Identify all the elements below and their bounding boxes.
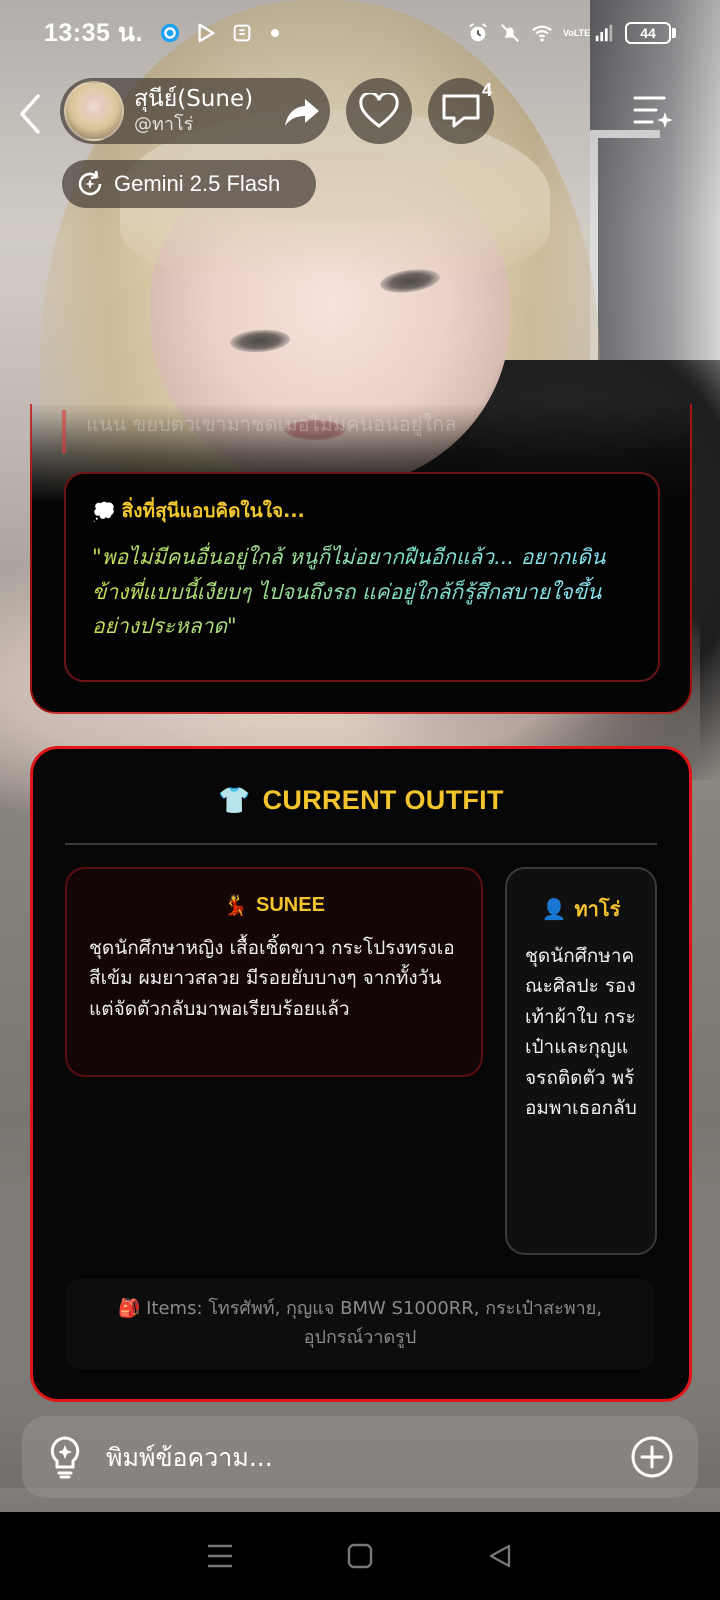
- battery-icon: 44: [625, 22, 676, 44]
- triangle-back-icon: [489, 1544, 511, 1568]
- thought-bubble-icon: 💭: [92, 500, 116, 523]
- back-button[interactable]: [14, 92, 44, 136]
- wifi-icon: [532, 25, 552, 42]
- comment-icon: [442, 94, 480, 128]
- current-outfit-card: 👕 CURRENT OUTFIT 💃 SUNEE ชุดนักศึกษาหญิง…: [30, 746, 692, 1402]
- box-notification-icon: [233, 24, 251, 42]
- share-icon[interactable]: [282, 96, 322, 128]
- sunee-label: SUNEE: [256, 893, 325, 916]
- backpack-icon: 🎒: [117, 1298, 141, 1320]
- system-navigation-bar: [0, 1512, 720, 1600]
- lightbulb-icon[interactable]: [46, 1435, 84, 1479]
- person-icon: 👤: [541, 897, 567, 921]
- status-bar: 13:35 น. VoLTE 44: [0, 0, 720, 66]
- home-button[interactable]: [338, 1534, 382, 1578]
- model-selector[interactable]: Gemini 2.5 Flash: [62, 160, 316, 208]
- quote-bar: [62, 410, 66, 454]
- items-box: 🎒 Items: โทรศัพท์, กุญแจ BMW S1000RR, กร…: [65, 1279, 655, 1369]
- menu-sparkle-icon[interactable]: [632, 92, 674, 132]
- add-circle-icon[interactable]: [630, 1435, 674, 1479]
- thought-title: สิ่งที่สุนีแอบคิดในใจ...: [121, 500, 305, 522]
- faded-message-text: แนน ขยบตวเขามาชดเมอไม่มคนอนอยู่ใกล: [86, 412, 457, 436]
- like-button[interactable]: [346, 78, 412, 144]
- avatar[interactable]: [64, 81, 124, 141]
- heart-icon: [359, 93, 399, 128]
- inner-thought-box: 💭 สิ่งที่สุนีแอบคิดในใจ... "พอไม่มีคนอื่…: [64, 472, 660, 682]
- comments-button[interactable]: 4: [428, 78, 494, 144]
- items-text: Items: โทรศัพท์, กุญแจ BMW S1000RR, กระเ…: [146, 1298, 603, 1348]
- divider: [65, 843, 657, 845]
- square-icon: [347, 1543, 373, 1569]
- message-input[interactable]: [106, 1442, 630, 1472]
- taro-label: ทาโร่: [574, 897, 621, 921]
- app-notification-icon: [160, 23, 180, 43]
- message-composer: [22, 1416, 698, 1498]
- alarm-icon: [469, 23, 487, 42]
- mute-icon: [501, 24, 519, 42]
- model-label: Gemini 2.5 Flash: [114, 171, 281, 196]
- menu-lines-icon: [208, 1544, 232, 1568]
- play-notification-icon: [198, 23, 215, 43]
- outfit-title: CURRENT OUTFIT: [262, 785, 504, 815]
- comment-count-badge: 4: [481, 80, 492, 100]
- more-notifications-dot: [270, 29, 279, 37]
- thought-body: "พอไม่มีคนอื่นอยู่ใกล้ หนูก็ไม่อยากฝืนอี…: [92, 540, 632, 644]
- shirt-icon: 👕: [218, 785, 251, 816]
- battery-level: 44: [625, 22, 671, 44]
- volte-label: VoLTE: [563, 27, 591, 38]
- signal-icon: [595, 24, 613, 42]
- dancer-icon: 💃: [223, 893, 248, 917]
- chat-message-card: แนน ขยบตวเขามาชดเมอไม่มคนอนอยู่ใกล 💭 สิ่…: [30, 404, 692, 714]
- taro-outfit-description: ชุดนักศึกษาคณะศิลปะ รองเท้าผ้าใบ กระเป๋า…: [525, 945, 637, 1119]
- character-handle: @ทาโร่: [134, 114, 194, 135]
- status-time: 13:35 น.: [44, 19, 143, 47]
- taro-outfit-box: 👤 ทาโร่ ชุดนักศึกษาคณะศิลปะ รองเท้าผ้าใบ…: [505, 867, 657, 1255]
- back-nav-button[interactable]: [478, 1534, 522, 1578]
- model-refresh-icon: [78, 170, 102, 196]
- character-name: สุนีย์(Sune): [134, 86, 254, 113]
- sunee-outfit-description: ชุดนักศึกษาหญิง เสื้อเชิ้ตขาว กระโปรงทรง…: [89, 937, 455, 1020]
- recent-apps-button[interactable]: [198, 1534, 242, 1578]
- sunee-outfit-box: 💃 SUNEE ชุดนักศึกษาหญิง เสื้อเชิ้ตขาว กร…: [65, 867, 483, 1077]
